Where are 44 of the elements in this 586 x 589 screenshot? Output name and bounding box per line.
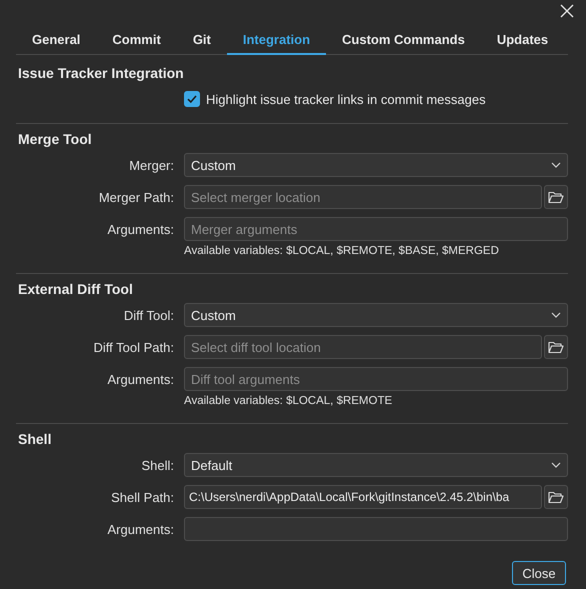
hint-text: Available variables: $LOCAL, $REMOTE, $BASE, $MERGED [184,245,499,257]
folder-icon [548,340,564,354]
section-title: Issue Tracker Integration [17,65,185,81]
input-field[interactable]: C:\Users\nerdi\AppData\Local\Fork\gitInstance\2.45.2\bin\ba [184,485,542,509]
checkbox-label[interactable]: Highlight issue tracker links in commit messages [206,92,486,106]
field-label: Arguments: [106,372,175,386]
checkbox[interactable] [184,91,200,107]
chevron-icon [551,312,561,318]
section-title: Shell [17,431,52,447]
dropdown[interactable]: Custom [184,303,568,327]
input-field[interactable] [184,517,568,541]
folder-icon [548,190,564,204]
input-field[interactable]: Diff tool arguments [184,367,568,391]
browse-button[interactable] [544,485,568,509]
chevron-icon [551,162,561,168]
field-label: Shell Path: [110,490,175,504]
close-icon[interactable] [560,4,574,18]
check-icon [186,93,198,105]
tab[interactable]: Updates [480,20,564,55]
field-label: Merger Path: [98,190,175,204]
hint-text: Available variables: $LOCAL, $REMOTE [184,395,392,407]
input-field[interactable]: Merger arguments [184,217,568,241]
tab[interactable]: Custom Commands [326,20,481,55]
folder-icon [548,490,564,504]
input-field[interactable]: Select merger location [184,185,542,209]
chevron-icon [551,462,561,468]
tab[interactable]: Commit [96,20,177,55]
close-button[interactable]: Close [512,561,566,585]
field-label: Diff Tool Path: [92,340,175,354]
section-title: Merge Tool [17,131,93,147]
browse-button[interactable] [544,185,568,209]
tab[interactable]: Git [176,20,227,55]
input-field[interactable]: Select diff tool location [184,335,542,359]
tab[interactable]: General [16,20,96,55]
field-label: Arguments: [106,222,175,236]
field-label: Shell: [140,458,175,472]
dropdown[interactable]: Custom [184,153,568,177]
field-label: Diff Tool: [122,308,175,322]
section-title: External Diff Tool [17,281,134,297]
browse-button[interactable] [544,335,568,359]
field-label: Merger: [128,158,175,172]
field-label: Arguments: [106,522,175,536]
dropdown[interactable]: Default [184,453,568,477]
tab[interactable]: Integration [226,20,326,55]
